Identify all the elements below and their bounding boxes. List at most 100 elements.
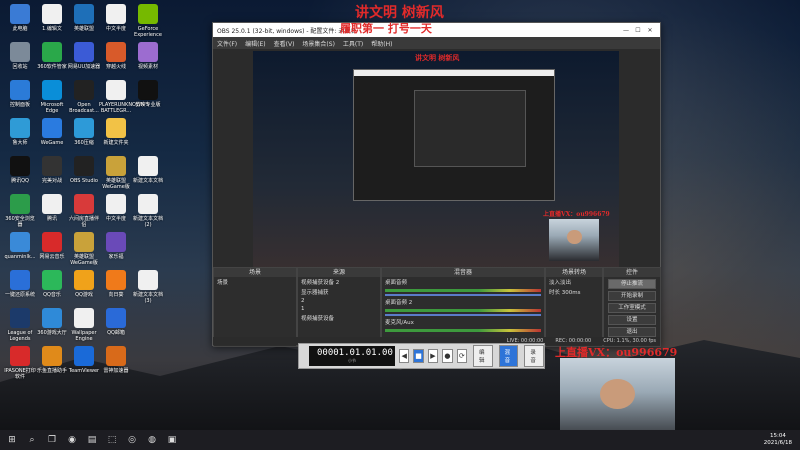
store-icon[interactable]: ⬚ xyxy=(104,433,120,447)
desktop-icon[interactable]: 360压缩 xyxy=(67,118,101,146)
desktop-icon[interactable]: 英雄联盟WeGame版 xyxy=(99,156,133,190)
desktop-icon[interactable]: 向日葵 xyxy=(99,270,133,298)
desktop-icon[interactable]: 腾讯 xyxy=(35,194,69,222)
desktop-icon[interactable]: TeamViewer xyxy=(67,346,101,374)
loop-icon[interactable]: ⟳ xyxy=(456,349,467,363)
play-icon[interactable]: ▶ xyxy=(427,349,439,363)
desktop-icon[interactable]: League of Legends xyxy=(3,308,37,342)
exit-button[interactable]: 退出 xyxy=(608,327,656,337)
obs-titlebar[interactable]: OBS 25.0.1 (32-bit, windows) - 配置文件: 未命名… xyxy=(213,23,660,37)
desktop-icon[interactable]: 1.编辑文 xyxy=(35,4,69,32)
desktop-icon[interactable]: Open Broadcast... xyxy=(67,80,101,114)
tab-record[interactable]: 录音 xyxy=(524,345,545,367)
edge-icon[interactable]: ◉ xyxy=(64,433,80,447)
tab-mix[interactable]: 混音 xyxy=(498,345,519,367)
desktop-icon[interactable]: 乐鱼直播助手 xyxy=(35,346,69,374)
rewind-icon[interactable]: ◀ xyxy=(399,349,410,363)
desktop-icon[interactable]: GeForce Experience xyxy=(131,4,165,38)
minimize-icon[interactable]: — xyxy=(620,27,632,34)
menu-help[interactable]: 帮助(H) xyxy=(371,39,392,48)
desktop-icon[interactable]: 一键还原系统 xyxy=(3,270,37,298)
tab-edit[interactable]: 编辑 xyxy=(472,345,493,367)
desktop-icon[interactable]: 新建文件夹 xyxy=(99,118,133,146)
obs-icon[interactable]: ◍ xyxy=(144,433,160,447)
menu-file[interactable]: 文件(F) xyxy=(217,39,237,48)
desktop-icon[interactable]: WeGame xyxy=(35,118,69,146)
obs-preview[interactable]: 上直播VX：ou996679 讲文明 树新风 xyxy=(253,51,619,277)
wechat-icon[interactable]: ◎ xyxy=(124,433,140,447)
app-icon xyxy=(42,346,62,366)
desktop-icon[interactable]: OBS Studio xyxy=(67,156,101,184)
stop-streaming-button[interactable]: 停止推流 xyxy=(608,279,656,289)
desktop-icon[interactable]: 英雄联盟WeGame版 xyxy=(67,232,101,266)
menu-edit[interactable]: 编辑(E) xyxy=(245,39,265,48)
start-recording-button[interactable]: 开始录制 xyxy=(608,291,656,301)
desktop-icon[interactable]: 六间房直播伴侣 xyxy=(67,194,101,228)
scene-item[interactable]: 场景 xyxy=(214,277,296,287)
desktop-icon[interactable]: 新建文本文档 xyxy=(131,156,165,184)
desktop-icon[interactable]: 腾讯QQ xyxy=(3,156,37,184)
source-item[interactable]: 显示器捕获 xyxy=(298,287,380,297)
maximize-icon[interactable]: ☐ xyxy=(632,27,644,34)
menu-tools[interactable]: 工具(T) xyxy=(343,39,363,48)
desktop-icon[interactable]: quanminlk... xyxy=(3,232,37,260)
desktop-icon[interactable]: 雷神加速器 xyxy=(99,346,133,374)
app-icon xyxy=(10,346,30,366)
desktop-icon[interactable]: 网易云音乐 xyxy=(35,232,69,260)
desktop-icon[interactable]: 360游戏大厅 xyxy=(35,308,69,336)
desktop-icon[interactable]: 中文半度 xyxy=(99,194,133,222)
settings-button[interactable]: 设置 xyxy=(608,315,656,325)
volume-slider[interactable] xyxy=(385,314,541,316)
desktop-icon[interactable]: QQ游戏 xyxy=(67,270,101,298)
close-icon[interactable]: ✕ xyxy=(644,27,656,34)
source-item[interactable]: 视频捕获设备 xyxy=(298,313,380,323)
desktop-icon[interactable]: 新建文本文档 (3) xyxy=(131,270,165,304)
desktop-icon[interactable]: Microsoft Edge xyxy=(35,80,69,114)
source-item[interactable]: 视频捕获设备 2 xyxy=(298,277,380,287)
desktop-icon[interactable]: 穿越火线 xyxy=(99,42,133,70)
desktop-icon-label: 360压缩 xyxy=(74,140,94,146)
stop-icon[interactable]: ■ xyxy=(413,349,424,363)
clock-date: 2021/6/18 xyxy=(763,440,792,446)
start-icon[interactable]: ⊞ xyxy=(4,433,20,447)
menu-scene-collection[interactable]: 场景集合(S) xyxy=(302,39,335,48)
duration-input[interactable]: 300ms xyxy=(562,290,581,296)
desktop-icon[interactable]: 中文半度 xyxy=(99,4,133,32)
desktop-icon[interactable]: 鲁大师 xyxy=(3,118,37,146)
desktop-icon-label: 此电脑 xyxy=(12,26,28,32)
desktop-icon[interactable]: QQ邮箱 xyxy=(99,308,133,336)
search-icon[interactable]: ⌕ xyxy=(24,433,40,447)
source-item[interactable]: 1 xyxy=(298,305,380,313)
desktop-icon[interactable]: PLAYERUNKNOWN'S BATTLEGR... xyxy=(99,80,149,114)
studio-mode-button[interactable]: 工作室模式 xyxy=(608,303,656,313)
record-icon[interactable]: ● xyxy=(442,349,453,363)
obs-window[interactable]: OBS 25.0.1 (32-bit, windows) - 配置文件: 未命名… xyxy=(212,22,661,347)
menu-view[interactable]: 查看(V) xyxy=(274,39,295,48)
desktop-icon[interactable]: 网易UU加速器 xyxy=(67,42,101,70)
desktop-icon[interactable]: 剪映专业版 xyxy=(131,80,165,108)
desktop-icon[interactable]: 360软件管家 xyxy=(35,42,69,70)
folder-icon[interactable]: ▤ xyxy=(84,433,100,447)
desktop-icon[interactable]: 视频素材 xyxy=(131,42,165,70)
desktop-icon[interactable]: 360安全浏览器 xyxy=(3,194,37,228)
app-icon xyxy=(10,4,30,24)
desktop-icon[interactable]: 回收站 xyxy=(3,42,37,70)
desktop-icon[interactable]: 家乐福 xyxy=(99,232,133,260)
transition-select[interactable]: 淡入淡出 xyxy=(546,277,602,287)
desktop-icon[interactable]: 完美对战 xyxy=(35,156,69,184)
slogan-text-2: 履职第一 打号一天 xyxy=(340,22,432,35)
system-clock[interactable]: 15:04 2021/6/18 xyxy=(764,433,792,447)
desktop-icon[interactable]: 新建文本文档 (2) xyxy=(131,194,165,228)
desktop-icon[interactable]: 英雄联盟 xyxy=(67,4,101,32)
desktop-icon[interactable]: 此电脑 xyxy=(3,4,37,32)
desktop-icon[interactable]: 控制面板 xyxy=(3,80,37,108)
app-icon[interactable]: ▣ xyxy=(164,433,180,447)
desktop-icon[interactable]: IPASONE打印软件 xyxy=(3,346,37,380)
preview-slogan: 讲文明 树新风 xyxy=(415,53,460,62)
app-icon xyxy=(10,232,30,252)
source-item[interactable]: 2 xyxy=(298,297,380,305)
volume-slider[interactable] xyxy=(385,294,541,296)
task-view-icon[interactable]: ❐ xyxy=(44,433,60,447)
desktop-icon[interactable]: QQ音乐 xyxy=(35,270,69,298)
desktop-icon[interactable]: Wallpaper Engine xyxy=(67,308,101,342)
